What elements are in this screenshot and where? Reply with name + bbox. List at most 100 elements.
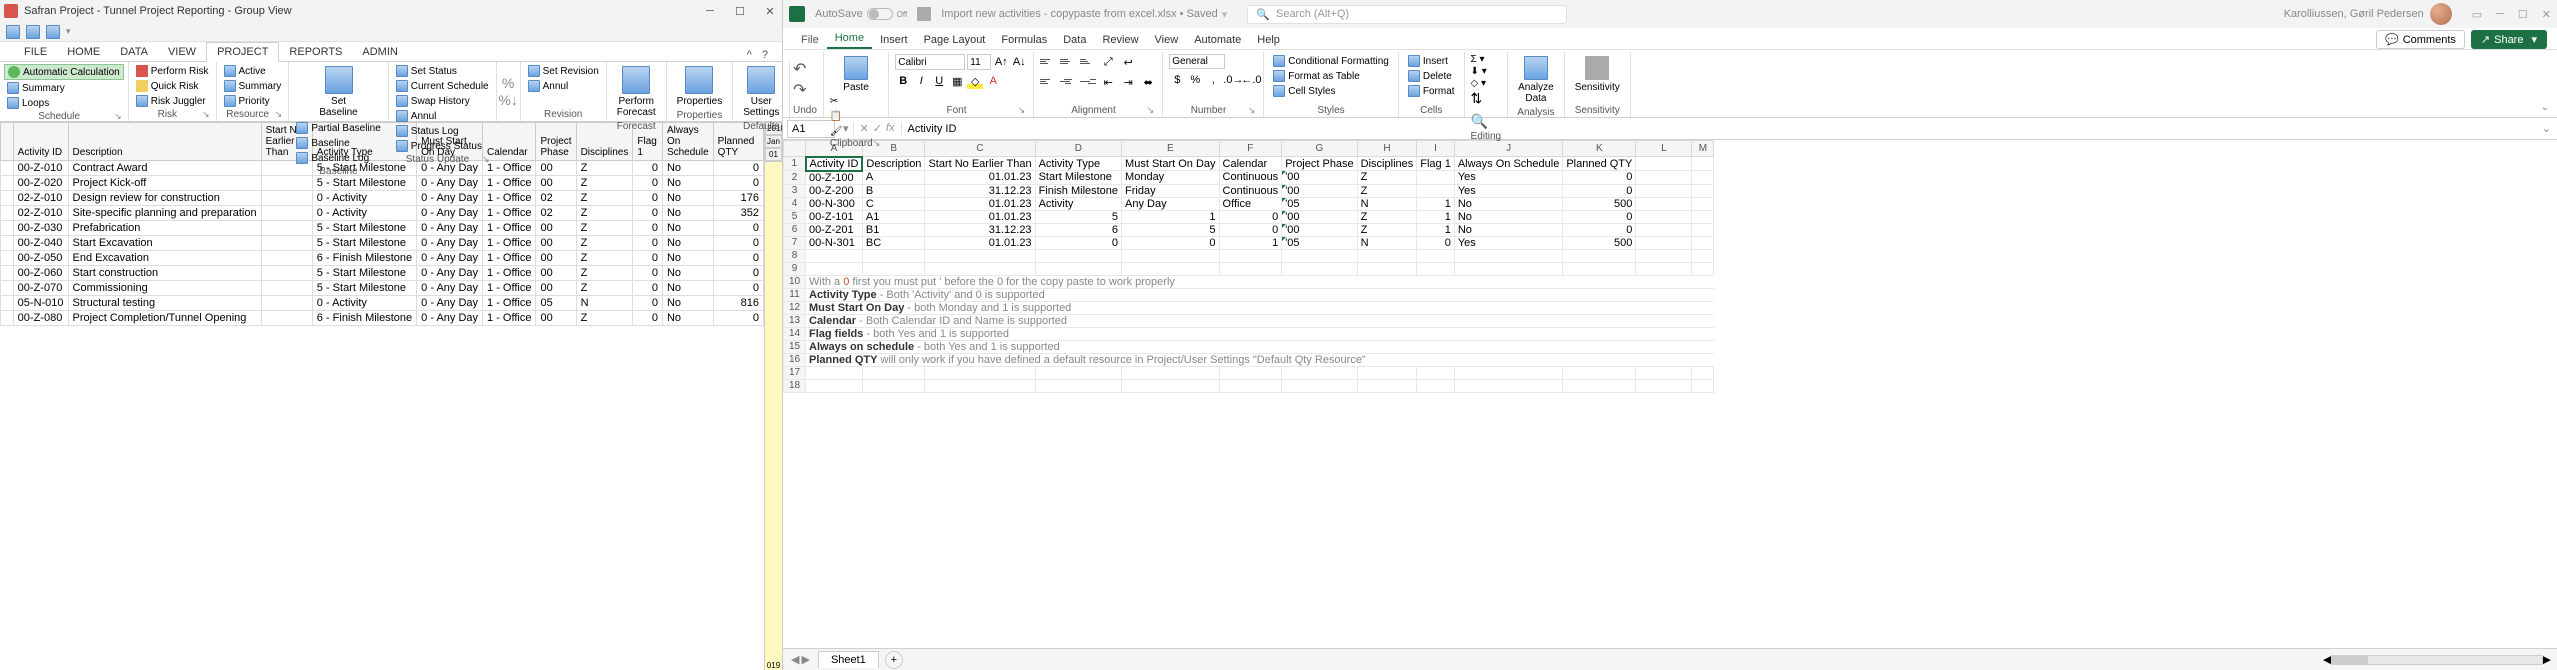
tab-data[interactable]: DATA [110, 43, 158, 61]
cell[interactable] [1417, 171, 1455, 185]
cell[interactable] [1692, 379, 1714, 392]
copy-button[interactable]: 📋 [830, 111, 882, 122]
table-row[interactable]: 02-Z-010Design review for construction0 … [1, 191, 764, 206]
row-header[interactable]: 15 [784, 340, 806, 353]
cell[interactable] [1219, 262, 1282, 275]
cell-styles-button[interactable]: Cell Styles [1270, 84, 1392, 98]
font-name-select[interactable] [895, 54, 965, 70]
cell[interactable] [1454, 262, 1563, 275]
cell[interactable]: 00-Z-200 [806, 184, 863, 197]
cell[interactable]: 0 [1219, 223, 1282, 236]
format-cells-button[interactable]: Format [1405, 84, 1458, 98]
cell[interactable]: 500 [1563, 197, 1636, 210]
col-header[interactable]: I [1417, 141, 1455, 157]
excel-user-account[interactable]: Karolliussen, Gøril Pedersen [2284, 3, 2452, 25]
grow-font-button[interactable]: A↑ [993, 54, 1009, 70]
cell[interactable]: With a 0 first you must put ' before the… [806, 275, 1714, 288]
tab-home[interactable]: HOME [57, 43, 110, 61]
formula-input[interactable]: Activity ID [902, 121, 2536, 137]
cell[interactable] [1636, 210, 1692, 223]
cell[interactable]: Project Phase [1282, 157, 1357, 171]
cell[interactable] [925, 379, 1035, 392]
cell[interactable]: Continuous [1219, 184, 1282, 197]
italic-button[interactable]: I [913, 73, 929, 89]
cell[interactable] [1636, 366, 1692, 379]
cell[interactable] [1692, 197, 1714, 210]
cell[interactable] [1417, 262, 1455, 275]
accounting-format-button[interactable]: $ [1169, 72, 1185, 88]
align-right-button[interactable] [1080, 74, 1096, 88]
row-header[interactable]: 6 [784, 223, 806, 236]
tab-formulas[interactable]: Formulas [993, 31, 1055, 49]
cell[interactable]: 1 [1417, 197, 1455, 210]
tab-view[interactable]: View [1147, 31, 1187, 49]
cell[interactable]: Start Milestone [1035, 171, 1121, 185]
cell[interactable]: C [862, 197, 925, 210]
cell[interactable]: 00-N-301 [806, 236, 863, 249]
cell[interactable]: N [1357, 197, 1417, 210]
redo-button[interactable]: ↷ [793, 80, 817, 100]
cell[interactable] [1692, 157, 1714, 171]
tab-review[interactable]: Review [1094, 31, 1146, 49]
resource-summary-button[interactable]: Summary [221, 79, 285, 93]
col-activity-id[interactable]: Activity ID [13, 123, 68, 161]
cell[interactable] [1122, 366, 1219, 379]
scroll-thumb[interactable] [2332, 656, 2368, 664]
cell[interactable]: '00 [1282, 184, 1357, 197]
cell[interactable]: Calendar - Both Calendar ID and Name is … [806, 314, 1714, 327]
cell[interactable]: Office [1219, 197, 1282, 210]
table-row[interactable]: 00-Z-070Commissioning5 - Start Milestone… [1, 281, 764, 296]
table-row[interactable]: 00-Z-060Start construction5 - Start Mile… [1, 266, 764, 281]
row-header[interactable]: 11 [784, 288, 806, 301]
cell[interactable] [1636, 262, 1692, 275]
priority-button[interactable]: Priority [221, 94, 285, 108]
summary-button[interactable]: Summary [4, 81, 124, 95]
properties-button[interactable]: Properties [671, 64, 729, 109]
minimize-icon[interactable]: ─ [702, 5, 718, 18]
cell[interactable] [1454, 249, 1563, 262]
launcher-icon[interactable]: ↘ [1147, 105, 1155, 116]
horizontal-scrollbar[interactable]: ◀ ▶ [2317, 653, 2557, 666]
qat-undo-icon[interactable] [26, 25, 40, 39]
col-header[interactable]: L [1636, 141, 1692, 157]
table-row[interactable]: 00-Z-080Project Completion/Tunnel Openin… [1, 311, 764, 326]
cell[interactable] [806, 249, 863, 262]
cell[interactable]: No [1454, 197, 1563, 210]
add-sheet-button[interactable]: + [885, 651, 903, 669]
cell[interactable] [925, 366, 1035, 379]
tab-data[interactable]: Data [1055, 31, 1094, 49]
cell[interactable] [862, 262, 925, 275]
col-header[interactable]: H [1357, 141, 1417, 157]
cell[interactable]: B1 [862, 223, 925, 236]
cell[interactable]: Activity ID [806, 157, 863, 171]
cell[interactable]: '00 [1282, 223, 1357, 236]
cell[interactable]: N [1357, 236, 1417, 249]
cell[interactable]: Activity Type - Both 'Activity' and 0 is… [806, 288, 1714, 301]
maximize-icon[interactable]: ☐ [732, 5, 748, 18]
format-painter-button[interactable]: 🖌 [830, 126, 882, 137]
row-header[interactable]: 16 [784, 353, 806, 366]
clear-button[interactable]: ◇ ▾ [1471, 78, 1502, 89]
insert-cells-button[interactable]: Insert [1405, 54, 1458, 68]
cell[interactable]: 5 [1035, 210, 1121, 223]
tab-admin[interactable]: ADMIN [352, 43, 407, 61]
current-schedule-button[interactable]: Current Schedule [393, 79, 492, 93]
qat-save-icon[interactable] [6, 25, 20, 39]
scroll-right-icon[interactable]: ▶ [2543, 653, 2551, 666]
increase-indent-button[interactable]: ⇥ [1120, 74, 1136, 90]
cell[interactable]: 0 [1563, 223, 1636, 236]
cell[interactable] [1219, 379, 1282, 392]
cell[interactable]: 0 [1417, 236, 1455, 249]
cell[interactable] [1122, 249, 1219, 262]
progress-status-button[interactable]: Progress Status [393, 139, 492, 153]
cell[interactable]: 500 [1563, 236, 1636, 249]
sheet-tab-sheet1[interactable]: Sheet1 [818, 651, 879, 668]
cell[interactable] [1636, 249, 1692, 262]
cell[interactable]: '05 [1282, 236, 1357, 249]
cell[interactable] [862, 366, 925, 379]
cell[interactable] [1357, 249, 1417, 262]
row-header[interactable]: 1 [784, 157, 806, 171]
row-header[interactable]: 8 [784, 249, 806, 262]
font-size-select[interactable] [967, 54, 991, 70]
row-header[interactable]: 3 [784, 184, 806, 197]
